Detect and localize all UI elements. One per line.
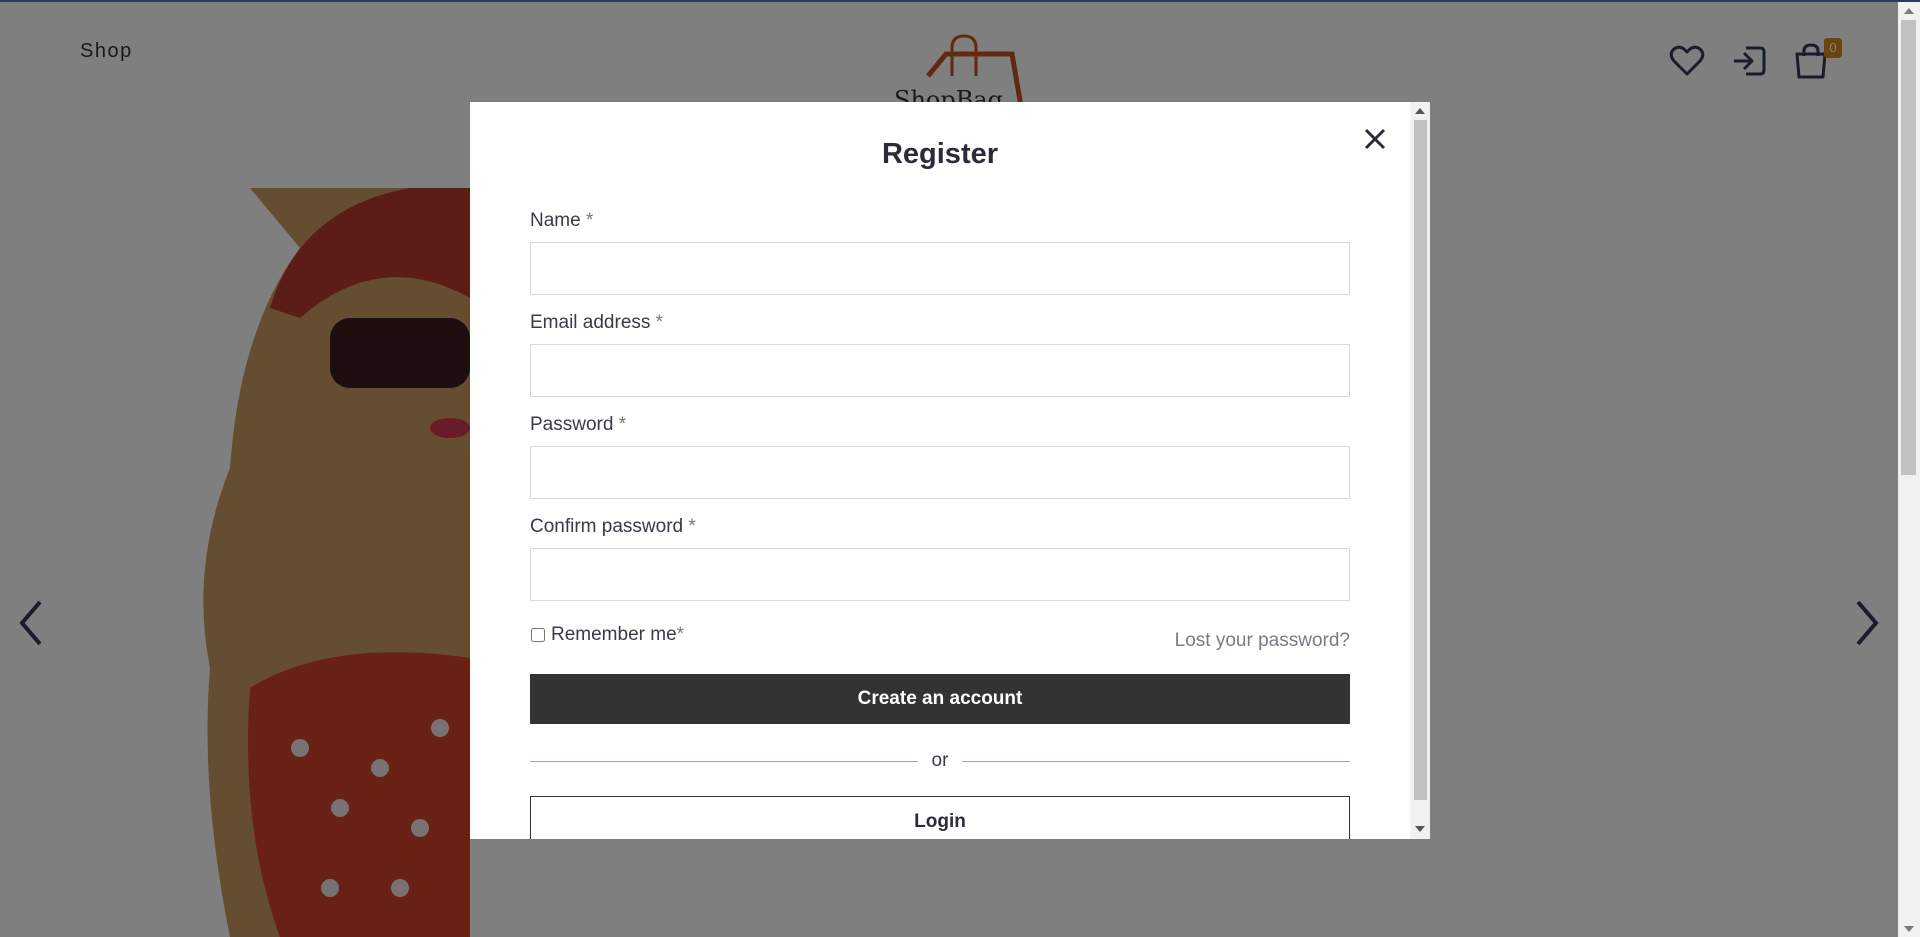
password-field-group: Password * [530,414,1350,499]
required-mark: * [676,624,685,645]
confirm-password-label-text: Confirm password [530,516,684,537]
scroll-down-arrow-icon[interactable] [1904,926,1914,932]
email-input[interactable] [530,344,1350,397]
name-input[interactable] [530,242,1350,295]
create-account-button[interactable]: Create an account [530,674,1350,724]
modal-scrollbar-thumb[interactable] [1414,120,1427,800]
required-mark: * [585,210,594,231]
email-field-group: Email address * [530,312,1350,397]
divider-line [962,761,1350,762]
password-label: Password * [530,414,1350,442]
remember-me[interactable]: Remember me * [530,624,684,646]
email-label-text: Email address [530,312,651,333]
modal-scrollbar[interactable] [1410,102,1430,839]
scroll-up-arrow-icon[interactable] [1904,8,1914,14]
required-mark: * [618,414,627,435]
password-input[interactable] [530,446,1350,499]
divider-line [530,761,918,762]
password-label-text: Password [530,414,614,435]
scroll-down-arrow-icon[interactable] [1415,826,1425,832]
name-field-group: Name * [530,210,1350,295]
required-mark: * [688,516,696,537]
login-button[interactable]: Login [530,796,1350,839]
name-label: Name * [530,210,1350,238]
required-mark: * [655,312,664,333]
name-label-text: Name [530,210,581,231]
lost-password-link[interactable]: Lost your password? [1110,630,1350,652]
register-modal: Register Name * Email address * Password… [470,102,1410,839]
or-text: or [931,750,949,771]
confirm-password-label: Confirm password * [530,516,1350,544]
or-divider: or [530,750,1350,774]
confirm-password-field-group: Confirm password * [530,516,1350,601]
remember-me-label: Remember me [551,624,677,645]
modal-title: Register [881,138,999,170]
remember-me-checkbox[interactable] [531,628,545,642]
email-label: Email address * [530,312,1350,340]
confirm-password-input[interactable] [530,548,1350,601]
window-top-border [0,0,1920,2]
page-scrollbar-thumb[interactable] [1901,20,1916,475]
page-scrollbar[interactable] [1898,2,1920,937]
scroll-up-arrow-icon[interactable] [1415,108,1425,114]
